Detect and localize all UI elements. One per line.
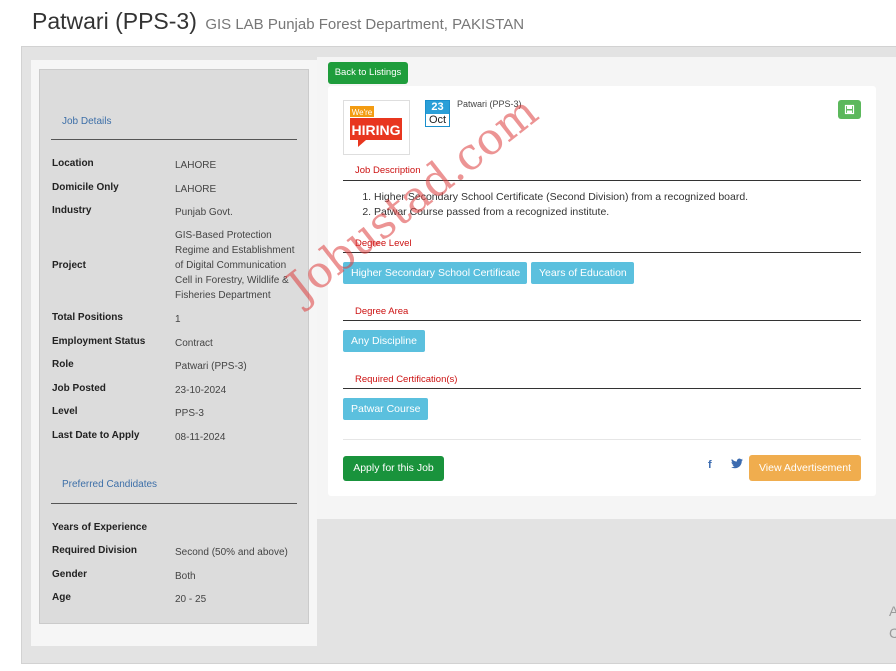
logo-line1: We're: [352, 108, 373, 117]
requirements-list: Higher Secondary School Certificate (Sec…: [343, 190, 748, 220]
date-day: 23: [426, 101, 449, 114]
preferred-value: Both: [175, 571, 196, 582]
degree-level-heading: Degree Level: [355, 238, 412, 249]
job-title: Patwari (PPS-3): [457, 99, 522, 109]
preferred-label: Required Division: [52, 545, 138, 556]
degree-area-tag[interactable]: Any Discipline: [343, 330, 425, 352]
divider: [51, 139, 297, 140]
divider: [343, 388, 861, 389]
edge-text: A C: [889, 600, 896, 644]
detail-value: Contract: [175, 338, 213, 349]
twitter-icon[interactable]: [731, 458, 743, 472]
logo-line2: HIRING: [352, 122, 401, 138]
preferred-label: Gender: [52, 569, 88, 580]
detail-label: Employment Status: [52, 336, 146, 347]
certification-tag[interactable]: Patwar Course: [343, 398, 428, 420]
degree-level-tag[interactable]: Higher Secondary School Certificate: [343, 262, 527, 284]
detail-label: Last Date to Apply: [52, 430, 140, 441]
facebook-icon[interactable]: f: [708, 459, 712, 471]
save-icon: [844, 104, 855, 115]
detail-value: 08-11-2024: [175, 432, 226, 443]
detail-value: LAHORE: [175, 160, 217, 171]
posted-date-badge: 23 Oct: [425, 100, 450, 127]
job-details-heading: Job Details: [62, 116, 112, 127]
detail-label: Project: [52, 260, 86, 271]
detail-label: Domicile Only: [52, 182, 119, 193]
save-button[interactable]: [838, 100, 861, 119]
detail-value: Punjab Govt.: [175, 207, 233, 218]
view-advertisement-button[interactable]: View Advertisement: [749, 455, 861, 481]
detail-label: Location: [52, 158, 94, 169]
job-card: [328, 86, 876, 496]
company-logo: We're HIRING: [343, 100, 410, 155]
preferred-value: Second (50% and above): [175, 547, 288, 558]
apply-button[interactable]: Apply for this Job: [343, 456, 444, 481]
edge-char: A: [889, 603, 896, 619]
detail-value: GIS-Based Protection Regime and Establis…: [175, 230, 295, 301]
page-subtitle: GIS LAB Punjab Forest Department, PAKIST…: [205, 16, 525, 33]
detail-value: 1: [175, 314, 181, 325]
degree-level-tag[interactable]: Years of Education: [531, 262, 634, 284]
detail-value: LAHORE: [175, 184, 217, 195]
date-month: Oct: [428, 114, 447, 126]
hiring-logo-icon: We're HIRING: [350, 106, 402, 147]
list-item: Patwar Course passed from a recognized i…: [374, 205, 748, 220]
divider: [343, 180, 861, 181]
divider: [343, 252, 861, 253]
preferred-label: Age: [52, 592, 71, 603]
detail-label: Job Posted: [52, 383, 106, 394]
detail-value: 23-10-2024: [175, 385, 227, 396]
detail-label: Role: [52, 359, 74, 370]
degree-area-heading: Degree Area: [355, 306, 409, 317]
certifications-heading: Required Certification(s): [355, 374, 458, 385]
detail-value: PPS-3: [175, 408, 204, 419]
detail-label: Industry: [52, 205, 92, 216]
divider: [343, 320, 861, 321]
page-title: Patwari (PPS-3): [32, 8, 197, 34]
detail-label: Level: [52, 406, 78, 417]
detail-label: Total Positions: [52, 312, 123, 323]
back-to-listings-button[interactable]: Back to Listings: [328, 62, 408, 84]
preferred-candidates-heading: Preferred Candidates: [62, 479, 158, 490]
edge-char: C: [889, 625, 896, 641]
list-item: Higher Secondary School Certificate (Sec…: [374, 190, 748, 205]
detail-value: Patwari (PPS-3): [175, 361, 247, 372]
page-header: Patwari (PPS-3) GIS LAB Punjab Forest De…: [32, 8, 524, 35]
preferred-value: 20 - 25: [175, 594, 207, 605]
divider: [343, 439, 861, 440]
job-description-heading: Job Description: [355, 165, 421, 176]
divider: [51, 503, 297, 504]
preferred-label: Years of Experience: [52, 522, 148, 533]
